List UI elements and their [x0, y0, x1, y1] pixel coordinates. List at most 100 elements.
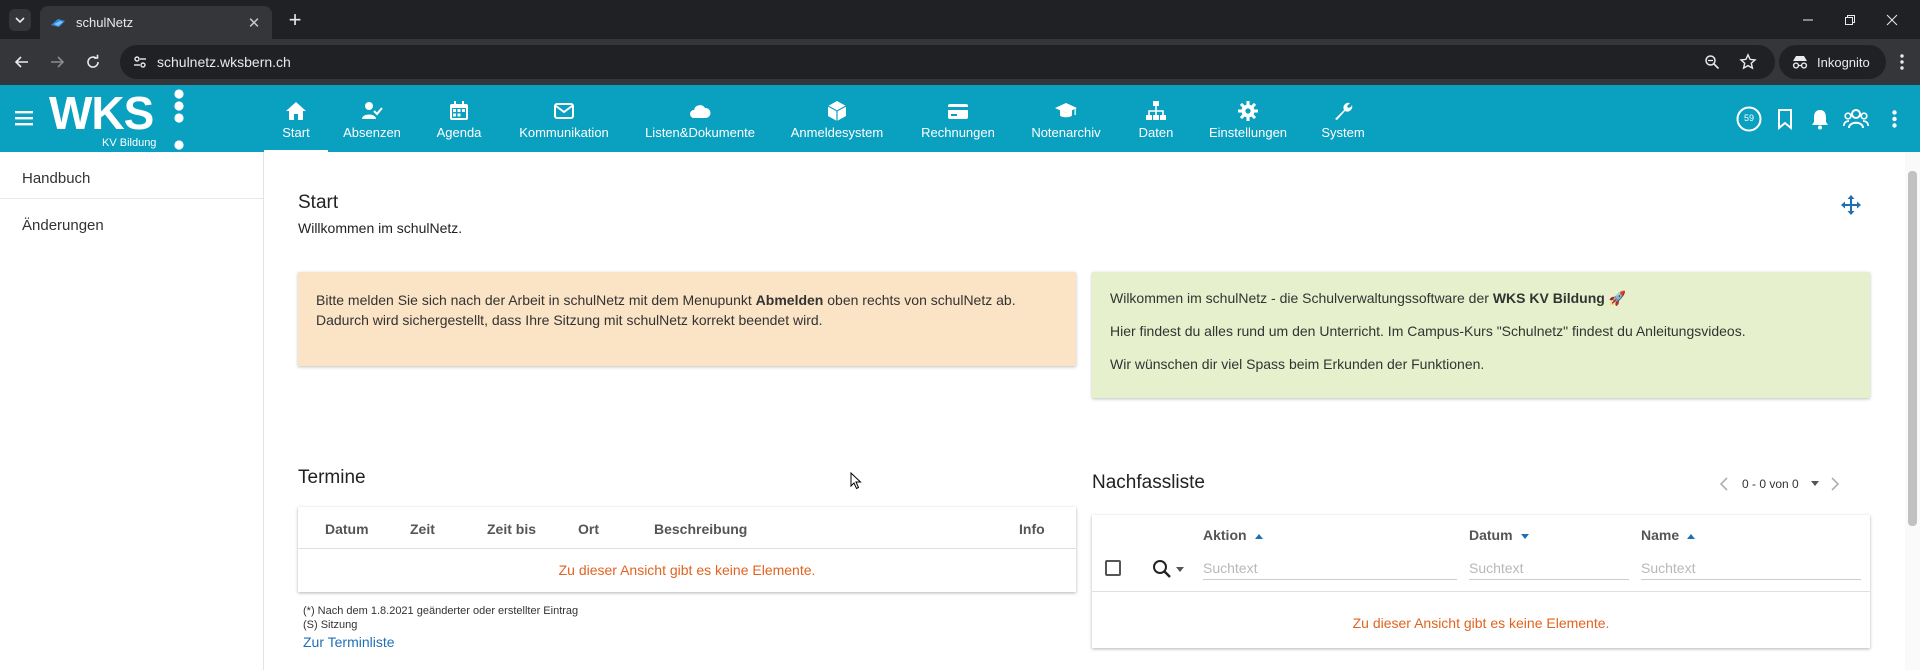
nav-rechnungen[interactable]: Rechnungen: [900, 85, 1016, 152]
users-icon: [1843, 109, 1869, 129]
chevron-right-icon[interactable]: [1829, 476, 1841, 492]
back-button[interactable]: [10, 50, 34, 74]
site-info-icon[interactable]: [130, 52, 150, 72]
col-zeit[interactable]: Zeit: [410, 521, 435, 537]
nav-absenzen[interactable]: Absenzen: [328, 85, 416, 152]
col-info[interactable]: Info: [1019, 521, 1045, 537]
col-aktion[interactable]: Aktion: [1203, 527, 1263, 543]
nav-label: Agenda: [436, 125, 482, 140]
welcome-alert-bold: WKS KV Bildung: [1492, 290, 1605, 306]
app-more-button[interactable]: [1880, 105, 1908, 133]
nav-start[interactable]: Start: [264, 85, 328, 152]
hamburger-menu-icon[interactable]: [14, 107, 36, 129]
users-button[interactable]: [1842, 105, 1870, 133]
sidebar: Handbuch Änderungen: [0, 152, 264, 670]
divider: [1092, 591, 1870, 592]
nav-label: Rechnungen: [921, 125, 995, 140]
nav-label: Daten: [1138, 125, 1174, 140]
legend-sitzung: (S) Sitzung: [303, 619, 358, 631]
arrow-left-icon: [14, 56, 28, 68]
graduation-cap-icon: [1055, 103, 1077, 118]
nachfass-header-row: Aktion Datum Name: [1092, 515, 1870, 550]
browser-tabbar: schulNetz ✕ +: [0, 0, 1920, 39]
main-nav: Start Absenzen Agenda Kommunikation List…: [264, 85, 1386, 152]
move-arrows-icon[interactable]: [1840, 194, 1862, 216]
main-content: Start Willkommen im schulNetz. Bitte mel…: [265, 152, 1905, 670]
nav-label: Einstellungen: [1208, 125, 1288, 140]
nav-notenarchiv[interactable]: Notenarchiv: [1016, 85, 1116, 152]
col-datum[interactable]: Datum: [325, 521, 369, 537]
restore-icon: [1845, 14, 1855, 25]
welcome-alert-line2: Hier findest du alles rund um den Unterr…: [1110, 323, 1746, 339]
termine-title: Termine: [298, 467, 366, 488]
forward-button[interactable]: [45, 50, 69, 74]
nav-agenda[interactable]: Agenda: [416, 85, 502, 152]
filter-aktion-input[interactable]: [1203, 556, 1457, 580]
browser-menu-button[interactable]: [1890, 50, 1914, 74]
bookmark-button[interactable]: [1771, 105, 1799, 133]
logo-dots-icon: [174, 89, 184, 150]
nav-system[interactable]: System: [1300, 85, 1386, 152]
nav-anmeldesystem[interactable]: Anmeldesystem: [774, 85, 900, 152]
incognito-profile-button[interactable]: Inkognito: [1779, 45, 1886, 79]
select-all-checkbox[interactable]: [1105, 560, 1121, 576]
nav-einstellungen[interactable]: Einstellungen: [1196, 85, 1300, 152]
bookmark-star-icon[interactable]: [1738, 52, 1758, 72]
nachfass-title: Nachfassliste: [1092, 472, 1205, 493]
address-bar[interactable]: schulnetz.wksbern.ch: [120, 45, 1775, 79]
notifications-button[interactable]: [1806, 105, 1834, 133]
sidebar-item-aenderungen[interactable]: Änderungen: [0, 199, 263, 246]
search-dropdown-caret-icon[interactable]: [1176, 567, 1184, 573]
pager-text: 0 - 0 von 0: [1742, 477, 1799, 491]
sidebar-item-handbuch[interactable]: Handbuch: [0, 152, 263, 199]
logo-text: WKS: [49, 87, 154, 139]
search-icon[interactable]: [1152, 559, 1172, 579]
welcome-alert-line3: Wir wünschen dir viel Spass beim Erkunde…: [1110, 356, 1485, 372]
logout-alert-text-post: oben rechts von schulNetz ab.: [823, 292, 1016, 308]
nachfass-empty-message: Zu dieser Ansicht gibt es keine Elemente…: [1352, 615, 1610, 631]
sitemap-icon: [1146, 101, 1166, 120]
new-tab-button[interactable]: +: [282, 7, 308, 33]
col-ort[interactable]: Ort: [578, 521, 599, 537]
wks-logo[interactable]: WKS KV Bildung: [49, 86, 187, 152]
col-name[interactable]: Name: [1641, 527, 1696, 543]
tab-close-icon[interactable]: ✕: [246, 14, 262, 32]
nav-listen-dokumente[interactable]: Listen&Dokumente: [626, 85, 774, 152]
pager: 0 - 0 von 0: [1718, 472, 1858, 496]
arrow-right-icon: [51, 56, 65, 68]
col-beschreibung[interactable]: Beschreibung: [654, 521, 747, 537]
caret-down-icon[interactable]: [1810, 481, 1819, 487]
session-timer[interactable]: 59: [1735, 105, 1763, 133]
reload-button[interactable]: [81, 50, 105, 74]
cube-icon: [827, 101, 847, 121]
mouse-cursor-icon: [850, 472, 862, 490]
timer-count: 59: [1743, 113, 1754, 123]
scrollbar-thumb[interactable]: [1908, 171, 1917, 526]
cloud-icon: [690, 105, 711, 118]
logout-alert: Bitte melden Sie sich nach der Arbeit in…: [298, 272, 1076, 366]
logout-alert-text: Bitte melden Sie sich nach der Arbeit in…: [316, 292, 756, 308]
tab-search-button[interactable]: [9, 9, 31, 31]
nav-label: Anmeldesystem: [790, 125, 884, 140]
more-vertical-icon: [1900, 54, 1904, 70]
close-window-button[interactable]: [1864, 0, 1920, 39]
app-header: WKS KV Bildung Start Absenzen Agenda Kom…: [0, 85, 1920, 152]
nachfass-table: Aktion Datum Name Zu dieser Ansicht gibt…: [1092, 515, 1870, 648]
col-datum-nf[interactable]: Datum: [1469, 527, 1529, 543]
browser-tab[interactable]: schulNetz ✕: [40, 6, 272, 39]
filter-name-input[interactable]: [1641, 556, 1861, 580]
url-text: schulnetz.wksbern.ch: [157, 54, 291, 70]
nav-label: Listen&Dokumente: [645, 125, 755, 140]
col-zeit-bis[interactable]: Zeit bis: [487, 521, 536, 537]
reload-icon: [87, 54, 99, 68]
nav-kommunikation[interactable]: Kommunikation: [502, 85, 626, 152]
zoom-icon[interactable]: [1702, 52, 1722, 72]
logo-subtitle: KV Bildung: [102, 137, 157, 149]
welcome-alert-text: Wilkommen im schulNetz - die Schulverwal…: [1110, 290, 1493, 306]
filter-datum-input[interactable]: [1469, 556, 1629, 580]
nav-daten[interactable]: Daten: [1116, 85, 1196, 152]
page-scrollbar[interactable]: [1905, 152, 1920, 670]
logout-alert-bold: Abmelden: [755, 292, 824, 308]
terminliste-link[interactable]: Zur Terminliste: [303, 634, 395, 650]
chevron-left-icon[interactable]: [1718, 476, 1730, 492]
